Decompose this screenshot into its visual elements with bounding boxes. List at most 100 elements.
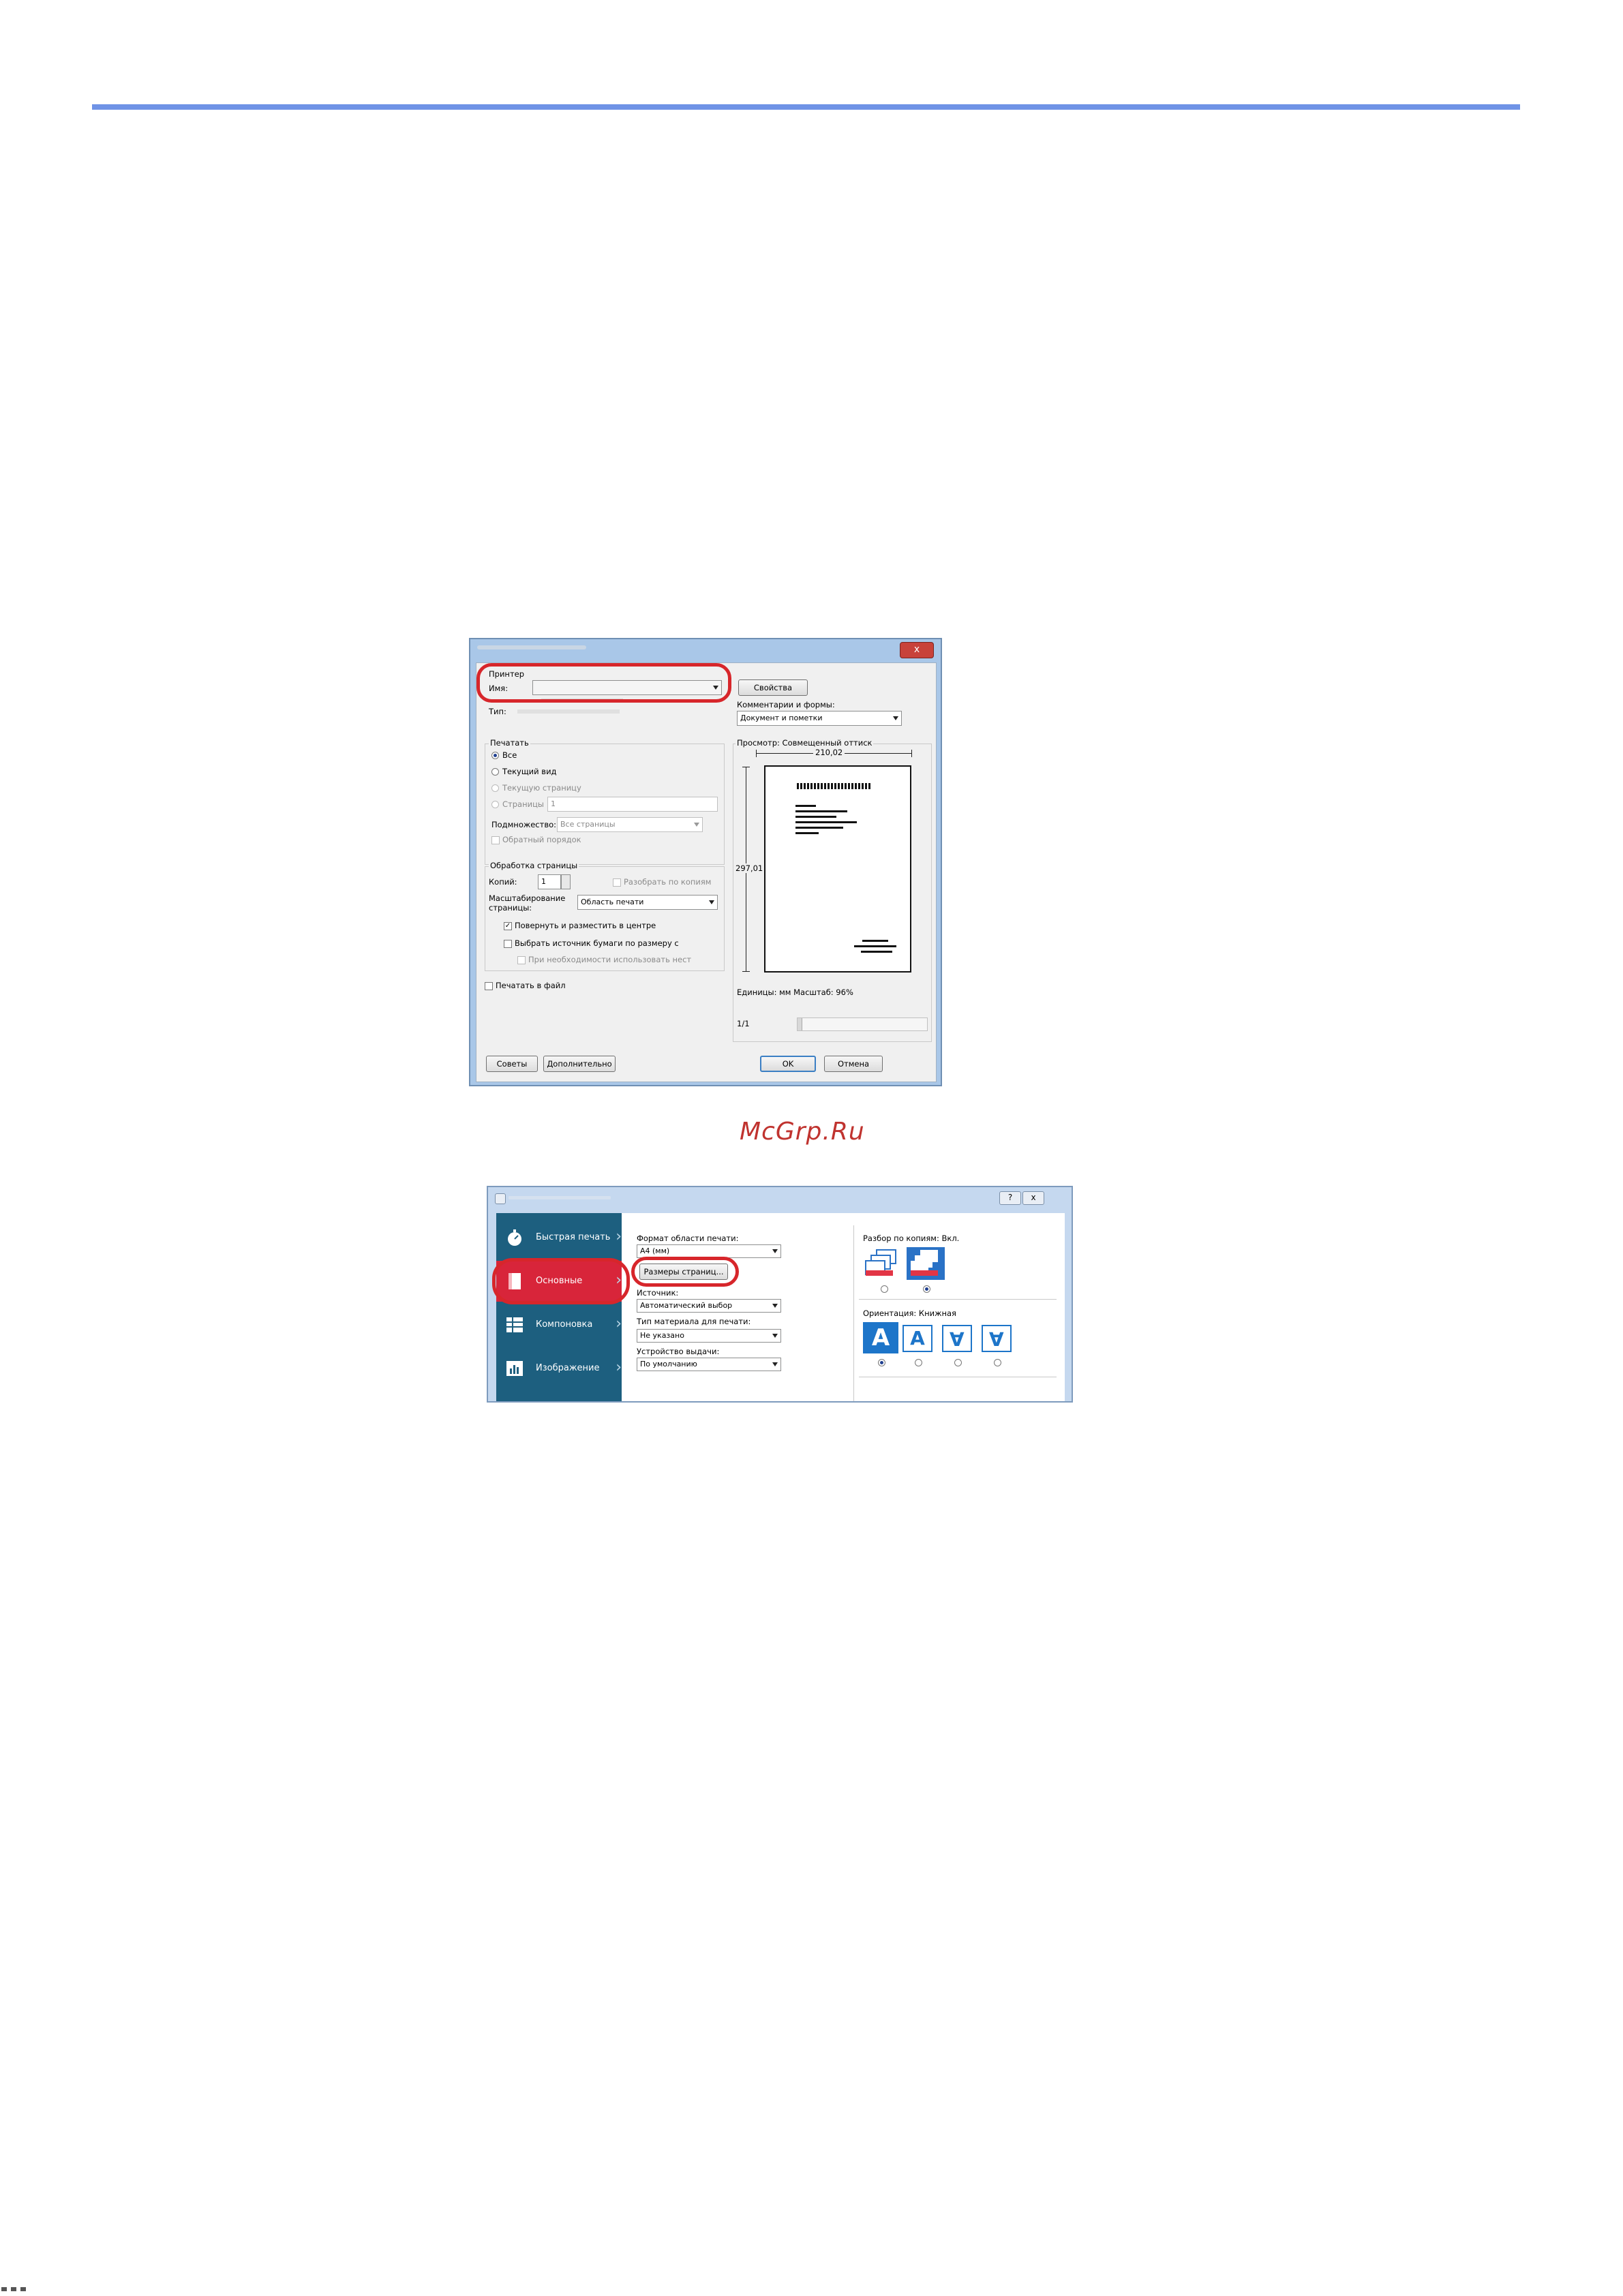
media-type-select[interactable]: Не указано (637, 1329, 781, 1343)
orientation-portrait-radio[interactable] (878, 1359, 885, 1366)
dialog-title-bar (470, 639, 941, 656)
collate-off-icon (865, 1249, 896, 1276)
chevron-right-icon: › (616, 1315, 622, 1332)
layout-grid-icon (506, 1317, 523, 1332)
sidebar-item-label: Компоновка (536, 1319, 593, 1330)
header-rule (92, 104, 1520, 110)
orientation-landscape-rotated[interactable]: A (982, 1325, 1012, 1352)
text-line (795, 816, 836, 818)
use-as-needed-label: При необходимости использовать нест (528, 955, 692, 964)
barcode-graphic (797, 783, 872, 789)
copies-input[interactable]: 1 (538, 874, 561, 889)
output-label: Устройство выдачи: (637, 1347, 720, 1356)
collate-on-radio[interactable] (923, 1285, 930, 1293)
collate-value: Вкл. (941, 1234, 960, 1243)
orientation-landscape-radio[interactable] (915, 1359, 922, 1366)
media-type-label: Тип материала для печати: (637, 1317, 751, 1326)
advanced-button[interactable]: Дополнительно (543, 1056, 616, 1072)
collate-checkbox[interactable] (613, 878, 621, 887)
rotate-center-checkbox[interactable]: ✓ (504, 922, 512, 930)
slider-thumb[interactable] (798, 1018, 802, 1030)
text-line (861, 951, 892, 953)
source-value: Автоматический выбор (640, 1301, 733, 1310)
stopwatch-icon (508, 1229, 521, 1246)
rotate-center-label: Повернуть и разместить в центре (515, 921, 656, 930)
print-to-file-checkbox[interactable] (485, 982, 493, 990)
choose-source-checkbox[interactable] (504, 940, 512, 948)
preview-label: Просмотр: Совмещенный оттиск (735, 738, 874, 748)
orientation-glyph: A (989, 1328, 1004, 1350)
width-dimension-tick (756, 750, 757, 757)
text-line (795, 821, 857, 823)
chevron-down-icon (893, 716, 898, 720)
units-scale-label: Единицы: мм Масштаб: 96% (737, 988, 853, 997)
comments-label: Комментарии и формы: (737, 700, 835, 709)
comments-select[interactable]: Документ и пометки (737, 711, 902, 726)
text-line (862, 940, 888, 942)
dialog-title-blurred (477, 645, 586, 649)
close-button[interactable]: x (1022, 1191, 1044, 1205)
orientation-portrait[interactable]: A (863, 1322, 898, 1353)
sidebar-item-quick-print[interactable]: Быстрая печать › (496, 1217, 622, 1258)
orientation-portrait-rotated[interactable]: A (942, 1325, 972, 1352)
sidebar: Быстрая печать › Основные › Компоновка ›… (496, 1213, 622, 1401)
radio-current-page-label: Текущую страницу (502, 783, 581, 793)
dialog-body: Принтер Имя: Тип: Свойства Комментарии и… (476, 662, 937, 1082)
comments-value: Документ и пометки (740, 714, 823, 722)
subset-select[interactable]: Все страницы (557, 817, 703, 832)
chevron-down-icon (772, 1304, 778, 1308)
radio-current-view-label: Текущий вид (502, 767, 557, 776)
reverse-order-label: Обратный порядок (502, 835, 581, 844)
orientation-label-text: Ориентация: (863, 1308, 917, 1318)
chevron-down-icon (709, 900, 714, 904)
print-size-label: Формат области печати: (637, 1234, 739, 1243)
orientation-landscape[interactable]: A (902, 1325, 932, 1352)
height-dimension-tick (742, 971, 750, 972)
choose-source-label: Выбрать источник бумаги по размеру с (515, 938, 679, 948)
dialog-title-blurred (509, 1196, 611, 1199)
edge-dot (20, 2287, 26, 2291)
copies-label: Копий: (489, 877, 517, 887)
properties-button[interactable]: Свойства (738, 679, 808, 696)
sidebar-item-layout[interactable]: Компоновка › (496, 1304, 622, 1345)
help-button[interactable]: ? (999, 1191, 1021, 1205)
print-size-value: A4 (мм) (640, 1246, 670, 1255)
sidebar-item-image[interactable]: Изображение › (496, 1348, 622, 1389)
page-slider[interactable] (797, 1017, 928, 1031)
page-edge-mark (0, 2287, 41, 2291)
help-icon: ? (1007, 1193, 1013, 1202)
scaling-label-line2: страницы: (489, 903, 532, 913)
radio-pages[interactable] (491, 801, 499, 808)
pages-value: 1 (551, 799, 556, 808)
pages-input[interactable]: 1 (547, 797, 718, 812)
scaling-label-line1: Масштабирование (489, 893, 566, 903)
copies-spinner[interactable] (561, 874, 571, 889)
reverse-order-checkbox[interactable] (491, 836, 500, 844)
printer-icon (495, 1193, 506, 1204)
cancel-button[interactable]: Отмена (824, 1056, 883, 1072)
print-range-label: Печатать (489, 738, 530, 748)
radio-current-page[interactable] (491, 784, 499, 792)
edge-dot (11, 2287, 16, 2291)
sidebar-item-label: Быстрая печать (536, 1232, 611, 1242)
use-as-needed-checkbox[interactable] (517, 956, 526, 964)
orientation-portrait-rotated-radio[interactable] (954, 1359, 962, 1366)
tips-button[interactable]: Советы (486, 1056, 538, 1072)
orientation-landscape-rotated-radio[interactable] (994, 1359, 1001, 1366)
page-handling-label: Обработка страницы (489, 861, 579, 870)
print-dialog: x Принтер Имя: Тип: Свойства Комментарии… (469, 638, 942, 1086)
ok-button[interactable]: OK (760, 1056, 816, 1072)
collate-off-radio[interactable] (881, 1285, 888, 1293)
image-icon (506, 1361, 523, 1376)
scaling-select[interactable]: Область печати (577, 895, 718, 910)
chevron-right-icon: › (616, 1359, 622, 1376)
output-select[interactable]: По умолчанию (637, 1358, 781, 1371)
radio-all[interactable] (491, 752, 499, 759)
text-line (795, 810, 847, 812)
print-size-select[interactable]: A4 (мм) (637, 1244, 781, 1258)
type-blurred (517, 709, 620, 714)
close-button[interactable]: x (900, 642, 934, 658)
chevron-down-icon (772, 1334, 778, 1338)
source-select[interactable]: Автоматический выбор (637, 1299, 781, 1313)
radio-current-view[interactable] (491, 768, 499, 776)
